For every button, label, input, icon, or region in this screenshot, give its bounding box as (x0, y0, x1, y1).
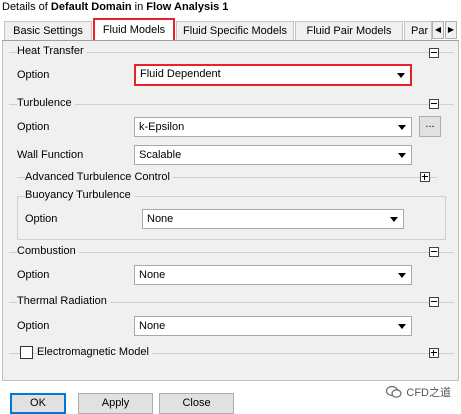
fluid-models-panel: Heat Transfer Option Fluid Dependent Tur… (2, 41, 459, 381)
heat-transfer-option-label: Option (17, 69, 50, 81)
buoyancy-turbulence-title: Buoyancy Turbulence (25, 189, 134, 201)
tab-fluid-pair-models[interactable]: Fluid Pair Models (295, 21, 403, 41)
details-title: Details of Default Domain in Flow Analys… (2, 1, 229, 13)
tab-scroll-left-icon[interactable]: ◀ (432, 21, 444, 39)
heat-transfer-collapse-icon[interactable] (429, 48, 439, 58)
electromagnetic-expand-icon[interactable] (429, 348, 439, 358)
advanced-turbulence-expand-icon[interactable] (420, 172, 430, 182)
close-button[interactable]: Close (159, 393, 234, 414)
tab-partial[interactable]: Par (404, 21, 432, 41)
wechat-icon (386, 385, 402, 402)
heat-transfer-option-select[interactable]: Fluid Dependent (134, 64, 412, 86)
apply-button[interactable]: Apply (78, 393, 153, 414)
chevron-down-icon (398, 153, 406, 158)
turbulence-group (9, 104, 454, 105)
tab-bar: Basic Settings Fluid Models Fluid Specif… (2, 17, 459, 41)
turbulence-option-select[interactable]: k-Epsilon (134, 117, 412, 137)
turbulence-option-label: Option (17, 121, 50, 133)
thermal-radiation-option-select[interactable]: None (134, 316, 412, 336)
buoyancy-option-label: Option (25, 213, 58, 225)
chevron-down-icon (390, 217, 398, 222)
combustion-title: Combustion (17, 245, 79, 257)
tab-scroll-right-icon[interactable]: ▶ (445, 21, 457, 39)
buoyancy-option-select[interactable]: None (142, 209, 404, 229)
domain-name: Default Domain (50, 1, 132, 13)
tab-fluid-specific-models[interactable]: Fluid Specific Models (176, 21, 294, 41)
analysis-name: Flow Analysis 1 (146, 1, 229, 13)
advanced-turbulence-title: Advanced Turbulence Control (25, 171, 173, 183)
tab-fluid-models[interactable]: Fluid Models (93, 18, 175, 41)
combustion-collapse-icon[interactable] (429, 247, 439, 257)
wall-function-select[interactable]: Scalable (134, 145, 412, 165)
thermal-radiation-title: Thermal Radiation (17, 295, 110, 307)
chevron-down-icon (398, 125, 406, 130)
watermark: CFD之道 (386, 384, 451, 402)
wall-function-label: Wall Function (17, 149, 84, 161)
tab-basic-settings[interactable]: Basic Settings (4, 21, 92, 41)
turbulence-more-button[interactable]: ... (419, 116, 441, 137)
chevron-down-icon (398, 324, 406, 329)
chevron-down-icon (398, 273, 406, 278)
thermal-radiation-option-label: Option (17, 320, 50, 332)
turbulence-collapse-icon[interactable] (429, 99, 439, 109)
electromagnetic-checkbox[interactable] (20, 346, 33, 359)
thermal-radiation-collapse-icon[interactable] (429, 297, 439, 307)
combustion-option-select[interactable]: None (134, 265, 412, 285)
turbulence-title: Turbulence (17, 97, 75, 109)
heat-transfer-title: Heat Transfer (17, 45, 87, 57)
combustion-option-label: Option (17, 269, 50, 281)
electromagnetic-label: Electromagnetic Model (37, 346, 152, 358)
chevron-down-icon (397, 73, 405, 78)
ok-button[interactable]: OK (10, 393, 66, 414)
